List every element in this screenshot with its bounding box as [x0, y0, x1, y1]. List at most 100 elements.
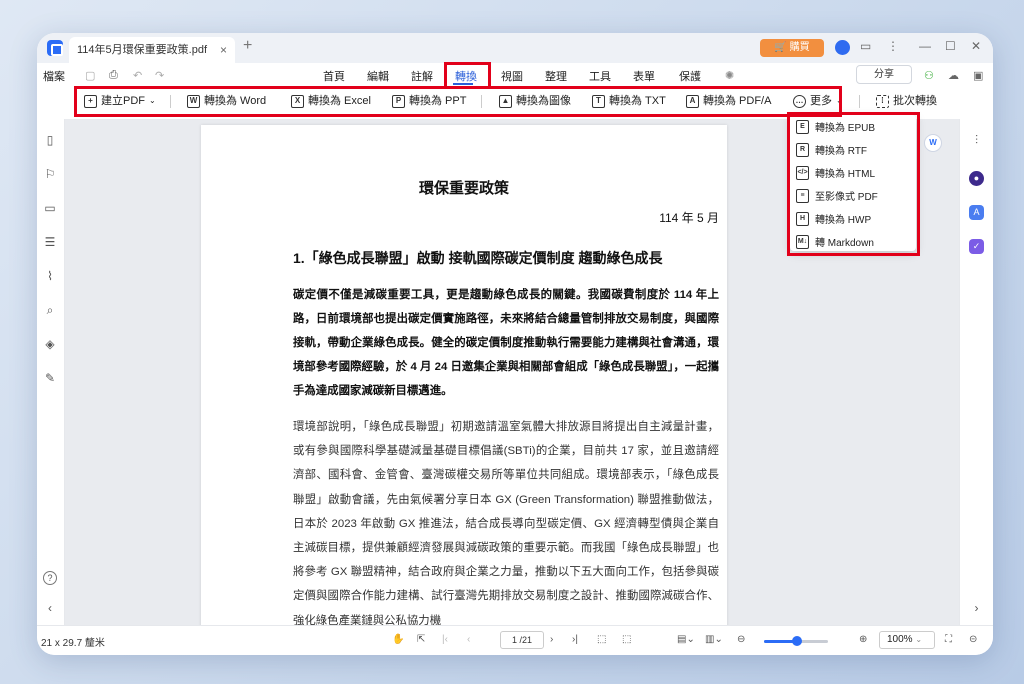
- fit-page-icon[interactable]: ⬚: [597, 634, 606, 645]
- convert-to-markdown-item[interactable]: M↓ 轉 Markdown: [790, 230, 916, 253]
- markdown-icon: M↓: [796, 234, 809, 249]
- layers-icon[interactable]: ☰: [43, 235, 57, 249]
- convert-toolbar: + 建立PDF ⌄ W 轉換為 Word X 轉換為 Excel P 轉換為 PP…: [37, 87, 993, 115]
- feedback-icon[interactable]: ▭: [860, 39, 871, 53]
- convert-to-excel-button[interactable]: X 轉換為 Excel: [291, 92, 371, 110]
- convert-to-word-button[interactable]: W 轉換為 Word: [187, 92, 266, 110]
- right-sidebar: ⫶ ● A ✓ ›: [959, 119, 993, 625]
- menu-comment[interactable]: 註解: [411, 68, 433, 84]
- convert-to-html-item[interactable]: </> 轉換為 HTML: [790, 161, 916, 184]
- page-layout-icon[interactable]: ▤⌄: [677, 634, 695, 645]
- stack-icon[interactable]: ◈: [43, 337, 57, 351]
- image-pdf-item[interactable]: ≡ 至影像式 PDF: [790, 184, 916, 207]
- check-icon[interactable]: ✓: [969, 239, 984, 254]
- more-vertical-icon[interactable]: ⋮: [887, 39, 899, 53]
- thumbnail-icon[interactable]: ▯: [43, 133, 57, 147]
- collapse-left-icon[interactable]: ‹: [43, 601, 57, 615]
- zoom-slider[interactable]: [764, 636, 828, 646]
- bookmark-icon[interactable]: ⚐: [43, 167, 57, 181]
- menu-protect[interactable]: 保護: [679, 68, 701, 84]
- image-icon: ▲: [499, 94, 512, 108]
- last-page-icon[interactable]: ›|: [572, 634, 578, 645]
- cloud-upload-icon[interactable]: ☁: [948, 69, 959, 82]
- attachment-icon[interactable]: ⌇: [43, 269, 57, 283]
- create-pdf-button[interactable]: + 建立PDF ⌄: [84, 92, 156, 110]
- settings-icon[interactable]: ⊝: [969, 634, 977, 645]
- page-size: 21 x 29.7 釐米: [41, 638, 105, 649]
- document-date: 114 年 5 月: [659, 211, 719, 225]
- undo-icon[interactable]: ↶: [133, 69, 142, 82]
- menu-form[interactable]: 表單: [633, 68, 655, 84]
- create-pdf-icon: +: [84, 94, 97, 108]
- properties-icon[interactable]: ⫶: [969, 133, 984, 148]
- display-mode-icon[interactable]: ▥⌄: [705, 634, 723, 645]
- convert-to-rtf-label: 轉換為 RTF: [815, 146, 868, 157]
- more-label: 更多: [810, 95, 832, 107]
- new-tab-button[interactable]: +: [243, 37, 252, 55]
- convert-to-hwp-label: 轉換為 HWP: [815, 215, 872, 226]
- comment-icon[interactable]: ▭: [43, 201, 57, 215]
- close-window-icon[interactable]: ✕: [971, 39, 981, 53]
- select-tool-icon[interactable]: ⇱: [417, 634, 425, 645]
- zoom-out-icon[interactable]: ⊖: [737, 634, 745, 645]
- zoom-value: 100%: [887, 634, 913, 645]
- hand-tool-icon[interactable]: ✋: [392, 634, 404, 645]
- fit-width-icon[interactable]: ⬚: [622, 634, 631, 645]
- lightbulb-icon[interactable]: ✺: [725, 69, 734, 82]
- document-tab[interactable]: 114年5月環保重要政策.pdf ×: [69, 37, 235, 63]
- convert-to-markdown-label: 轉 Markdown: [815, 238, 874, 249]
- menu-tools[interactable]: 工具: [589, 68, 611, 84]
- convert-to-pdfa-button[interactable]: A 轉換為 PDF/A: [686, 92, 771, 110]
- maximize-icon[interactable]: ☐: [945, 39, 956, 53]
- redo-icon[interactable]: ↷: [155, 69, 164, 82]
- zoom-slider-knob[interactable]: [792, 636, 803, 646]
- menu-organize[interactable]: 整理: [545, 68, 567, 84]
- word-float-icon[interactable]: W: [924, 134, 942, 152]
- convert-to-ppt-button[interactable]: P 轉換為 PPT: [392, 92, 466, 110]
- collapse-right-icon[interactable]: ›: [969, 601, 984, 616]
- buy-label: 購買: [789, 42, 810, 53]
- document-tab-title: 114年5月環保重要政策.pdf: [77, 44, 208, 56]
- save-icon[interactable]: ▢: [85, 69, 95, 82]
- convert-to-hwp-item[interactable]: H 轉換為 HWP: [790, 207, 916, 230]
- fullscreen-icon[interactable]: ⛶: [945, 634, 952, 645]
- ai-assistant-icon[interactable]: ●: [969, 171, 984, 186]
- buy-button[interactable]: 🛒 購買: [760, 39, 824, 57]
- prev-page-icon[interactable]: ‹: [467, 634, 470, 645]
- app-logo-icon: [47, 40, 63, 56]
- menu-file[interactable]: 檔案: [43, 68, 65, 84]
- menu-convert[interactable]: 轉換: [455, 68, 477, 84]
- page-number-input[interactable]: 1 /21: [500, 631, 544, 649]
- convert-to-html-label: 轉換為 HTML: [815, 169, 875, 180]
- convert-to-txt-button[interactable]: T 轉換為 TXT: [592, 92, 666, 110]
- batch-convert-button[interactable]: ⁞ 批次轉換: [876, 92, 937, 110]
- create-pdf-label: 建立PDF: [101, 95, 145, 107]
- active-tab-indicator: [453, 83, 473, 85]
- first-page-icon[interactable]: |‹: [442, 634, 448, 645]
- convert-to-rtf-item[interactable]: R 轉換為 RTF: [790, 138, 916, 161]
- print-icon[interactable]: ⎙: [109, 69, 118, 82]
- menu-edit[interactable]: 編輯: [367, 68, 389, 84]
- translate-icon[interactable]: A: [969, 205, 984, 220]
- panel-icon[interactable]: ▣: [973, 69, 983, 82]
- more-button[interactable]: … 更多 ⌄: [793, 92, 843, 110]
- share-button[interactable]: 分享: [856, 65, 912, 84]
- search-icon[interactable]: ⌕: [43, 303, 57, 317]
- help-icon[interactable]: ?: [43, 571, 57, 585]
- menu-view[interactable]: 視圖: [501, 68, 523, 84]
- signature-icon[interactable]: ✎: [43, 371, 57, 385]
- zoom-in-icon[interactable]: ⊕: [859, 634, 867, 645]
- minimize-icon[interactable]: —: [919, 39, 931, 53]
- avatar[interactable]: [835, 40, 850, 55]
- convert-to-image-label: 轉換為圖像: [516, 95, 571, 107]
- next-page-icon[interactable]: ›: [550, 634, 553, 645]
- bold-paragraph: 碳定價不僅是減碳重要工具，更是趨動綠色成長的關鍵。我國碳費制度於 114 年上路…: [293, 289, 719, 397]
- menu-home[interactable]: 首頁: [323, 68, 345, 84]
- convert-to-epub-item[interactable]: E 轉換為 EPUB: [790, 115, 916, 138]
- zoom-select[interactable]: 100% ⌄: [879, 631, 935, 649]
- convert-to-image-button[interactable]: ▲ 轉換為圖像: [499, 92, 571, 110]
- close-tab-icon[interactable]: ×: [220, 37, 227, 63]
- html-icon: </>: [796, 165, 809, 180]
- batch-icon: ⁞: [876, 94, 889, 108]
- share-network-icon[interactable]: ⚇: [924, 69, 934, 82]
